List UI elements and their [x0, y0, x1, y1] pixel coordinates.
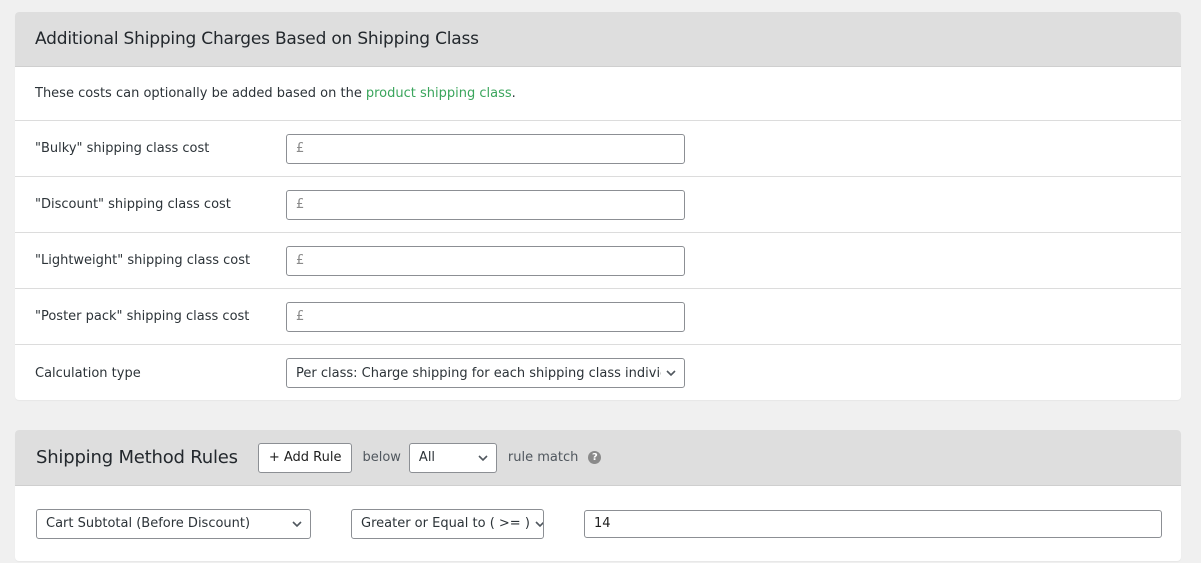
- panel-header: Shipping Method Rules + Add Rule below A…: [15, 430, 1181, 486]
- selected-value: Per class: Charge shipping for each ship…: [296, 365, 661, 381]
- rule-condition-select[interactable]: Cart Subtotal (Before Discount): [36, 508, 311, 539]
- calculation-type-select[interactable]: Per class: Charge shipping for each ship…: [286, 358, 685, 388]
- selected-value: Greater or Equal to ( >= ): [361, 516, 530, 531]
- discount-cost-row: "Discount" shipping class cost £: [15, 177, 1181, 233]
- poster-pack-cost-row: "Poster pack" shipping class cost £: [15, 289, 1181, 345]
- field-label: Calculation type: [35, 365, 141, 381]
- rule-row: Cart Subtotal (Before Discount) Greater …: [15, 486, 1181, 561]
- lightweight-cost-input[interactable]: £: [286, 245, 685, 276]
- shipping-method-rules-panel: Shipping Method Rules + Add Rule below A…: [15, 430, 1181, 561]
- discount-cost-input[interactable]: £: [286, 189, 685, 220]
- match-type-select[interactable]: All: [408, 442, 497, 473]
- bulky-cost-row: "Bulky" shipping class cost £: [15, 121, 1181, 177]
- below-label: below: [362, 450, 401, 465]
- calculation-type-row: Calculation type Per class: Charge shipp…: [15, 345, 1181, 400]
- panel-title: Shipping Method Rules: [36, 447, 238, 468]
- shipping-class-charges-panel: Additional Shipping Charges Based on Shi…: [15, 12, 1181, 400]
- lightweight-cost-row: "Lightweight" shipping class cost £: [15, 233, 1181, 289]
- description-text: These costs can optionally be added base…: [35, 86, 362, 101]
- chevron-down-icon: [666, 370, 676, 377]
- bulky-cost-input[interactable]: £: [286, 133, 685, 164]
- panel-description: These costs can optionally be added base…: [15, 67, 1181, 121]
- description-suffix: .: [511, 86, 516, 101]
- field-label: "Discount" shipping class cost: [35, 197, 231, 212]
- help-icon[interactable]: ?: [588, 451, 602, 464]
- chevron-down-icon: [478, 454, 488, 461]
- field-label: "Lightweight" shipping class cost: [35, 253, 251, 268]
- panel-header: Additional Shipping Charges Based on Shi…: [15, 12, 1181, 67]
- panel-title: Additional Shipping Charges Based on Shi…: [35, 29, 479, 49]
- rule-operator-select[interactable]: Greater or Equal to ( >= ): [351, 508, 544, 539]
- selected-value: All: [418, 450, 436, 465]
- rule-value-input[interactable]: 14: [584, 509, 1162, 538]
- poster-pack-cost-input[interactable]: £: [286, 301, 685, 332]
- rule-match-label: rule match: [507, 450, 579, 465]
- field-label: "Poster pack" shipping class cost: [35, 309, 250, 324]
- product-shipping-class-link[interactable]: product shipping class: [366, 86, 512, 101]
- field-label: "Bulky" shipping class cost: [35, 141, 210, 156]
- chevron-down-icon: [292, 520, 302, 527]
- selected-value: Cart Subtotal (Before Discount): [46, 516, 251, 531]
- chevron-down-icon: [535, 520, 543, 527]
- add-rule-button[interactable]: + Add Rule: [257, 442, 353, 473]
